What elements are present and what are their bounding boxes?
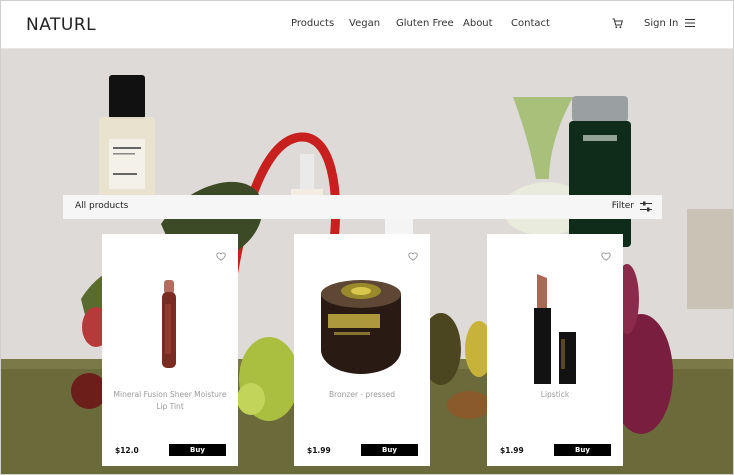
- product-image[interactable]: [487, 264, 623, 394]
- nav-item-vegan[interactable]: Vegan: [349, 18, 380, 29]
- nav-item-products[interactable]: Products: [291, 18, 334, 29]
- page-frame: NATURL Products Vegan Gluten Free About …: [0, 0, 734, 475]
- cart-icon[interactable]: [612, 18, 623, 29]
- product-price: $1.99: [500, 446, 524, 455]
- buy-button[interactable]: Buy: [554, 444, 611, 456]
- all-products-heading: All products: [75, 201, 129, 211]
- product-name[interactable]: Lipstick: [497, 389, 613, 401]
- heart-icon[interactable]: [601, 252, 611, 261]
- product-image[interactable]: [102, 264, 238, 394]
- heart-icon[interactable]: [408, 252, 418, 261]
- buy-button[interactable]: Buy: [169, 444, 226, 456]
- product-name[interactable]: Mineral Fusion Sheer Moisture Lip Tint: [112, 389, 228, 413]
- sign-in-link[interactable]: Sign In: [644, 18, 678, 29]
- product-card[interactable]: Mineral Fusion Sheer Moisture Lip Tint $…: [102, 234, 238, 466]
- product-name[interactable]: Bronzer - pressed: [304, 389, 420, 401]
- product-image[interactable]: [294, 264, 430, 394]
- buy-button[interactable]: Buy: [361, 444, 418, 456]
- product-card[interactable]: Lipstick $1.99 Buy: [487, 234, 623, 466]
- product-card[interactable]: Bronzer - pressed $1.99 Buy: [294, 234, 430, 466]
- product-price: $1.99: [307, 446, 331, 455]
- product-price: $12.0: [115, 446, 139, 455]
- heart-icon[interactable]: [216, 252, 226, 261]
- nav-item-contact[interactable]: Contact: [511, 18, 550, 29]
- nav-item-gluten-free[interactable]: Gluten Free: [396, 18, 454, 29]
- menu-icon[interactable]: [685, 18, 695, 28]
- sliders-icon[interactable]: [640, 201, 652, 212]
- site-header: NATURL Products Vegan Gluten Free About …: [1, 1, 733, 49]
- filter-button[interactable]: Filter: [612, 201, 634, 211]
- brand-logo[interactable]: NATURL: [26, 15, 96, 35]
- nav-item-about[interactable]: About: [463, 18, 493, 29]
- filter-bar: All products Filter: [63, 195, 662, 219]
